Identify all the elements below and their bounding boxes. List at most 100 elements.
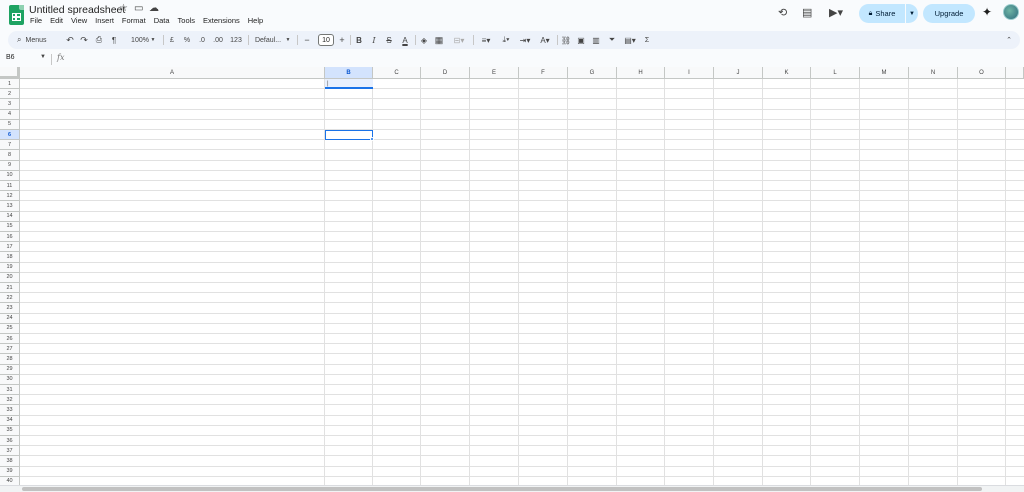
currency-format-button[interactable]: £ — [166, 31, 178, 49]
merge-cells-icon[interactable]: ⊟▾ — [449, 31, 469, 49]
text-wrapping-icon[interactable]: ⇥▾ — [515, 31, 535, 49]
column-header-j[interactable]: J — [714, 67, 763, 79]
name-box[interactable]: B6 — [6, 54, 15, 61]
row-header-27[interactable]: 27 — [0, 344, 20, 355]
row-header-17[interactable]: 17 — [0, 242, 20, 253]
fill-color-icon[interactable]: ◈ — [418, 31, 430, 49]
row-header-36[interactable]: 36 — [0, 436, 20, 447]
horizontal-scrollbar[interactable] — [0, 485, 1024, 492]
row-header-8[interactable]: 8 — [0, 150, 20, 161]
horizontal-align-icon[interactable]: ≡▾ — [476, 31, 496, 49]
column-header-b[interactable]: B — [325, 67, 373, 79]
column-header-m[interactable]: M — [860, 67, 909, 79]
gemini-sparkle-icon[interactable]: ✦ — [982, 5, 992, 19]
column-header-o[interactable]: O — [958, 67, 1006, 79]
insert-link-icon[interactable]: ⛓ — [560, 31, 572, 49]
font-size-input[interactable]: 10 — [318, 34, 334, 46]
italic-button[interactable]: I — [368, 31, 380, 49]
active-cell-b6[interactable] — [325, 130, 373, 141]
column-header-k[interactable]: K — [763, 67, 811, 79]
column-header-n[interactable]: N — [909, 67, 958, 79]
row-header-40[interactable]: 40 — [0, 476, 20, 485]
fill-handle[interactable] — [370, 137, 374, 142]
menu-extensions[interactable]: Extensions — [203, 16, 240, 25]
star-icon[interactable]: ☆ — [119, 3, 128, 15]
row-header-9[interactable]: 9 — [0, 160, 20, 171]
vertical-align-icon[interactable]: ⤓▾ — [496, 31, 516, 49]
menu-data[interactable]: Data — [154, 16, 170, 25]
row-header-19[interactable]: 19 — [0, 262, 20, 273]
redo-icon[interactable]: ↷ — [78, 31, 90, 49]
column-header-h[interactable]: H — [617, 67, 665, 79]
row-header-16[interactable]: 16 — [0, 232, 20, 243]
functions-button[interactable]: Σ — [641, 31, 653, 49]
sheet-grid[interactable]: ABCDEFGHIJKLMNO 1 2 3 4 5 6 7 8 9 10 11 12 13 14 15 16 1… — [0, 67, 1024, 485]
row-header-20[interactable]: 20 — [0, 272, 20, 283]
row-header-28[interactable]: 28 — [0, 354, 20, 365]
row-header-1[interactable]: 1 — [0, 79, 20, 90]
insert-chart-icon[interactable]: ▥ — [590, 31, 602, 49]
column-header-c[interactable]: C — [373, 67, 421, 79]
decrease-decimal-button[interactable]: .0 — [196, 31, 208, 49]
row-header-38[interactable]: 38 — [0, 456, 20, 467]
filter-icon[interactable]: ⏷ — [606, 31, 618, 49]
column-header-e[interactable]: E — [470, 67, 519, 79]
row-header-24[interactable]: 24 — [0, 313, 20, 324]
row-header-37[interactable]: 37 — [0, 446, 20, 457]
collapse-toolbar-chevron-up-icon[interactable]: ⌃ — [1003, 31, 1015, 49]
sheets-logo-icon[interactable] — [9, 5, 24, 25]
row-header-12[interactable]: 12 — [0, 191, 20, 202]
formula-input[interactable] — [70, 53, 1010, 65]
row-header-33[interactable]: 33 — [0, 405, 20, 416]
column-header-d[interactable]: D — [421, 67, 470, 79]
paint-format-icon[interactable]: ¶ — [108, 31, 120, 49]
row-header-39[interactable]: 39 — [0, 466, 20, 477]
text-color-button[interactable]: A — [399, 31, 411, 49]
row-header-6[interactable]: 6 — [0, 130, 20, 141]
borders-icon[interactable]: ▦ — [433, 31, 445, 49]
menu-edit[interactable]: Edit — [50, 16, 63, 25]
column-header-a[interactable]: A — [20, 67, 325, 79]
column-header-l[interactable]: L — [811, 67, 860, 79]
text-rotation-icon[interactable]: A▾ — [535, 31, 555, 49]
strikethrough-button[interactable]: S — [383, 31, 395, 49]
row-header-3[interactable]: 3 — [0, 99, 20, 110]
comments-icon[interactable]: ▤ — [802, 6, 812, 20]
scrollbar-thumb[interactable] — [22, 487, 982, 491]
filter-views-icon[interactable]: ▤▾ — [620, 31, 640, 49]
bold-button[interactable]: B — [353, 31, 365, 49]
upgrade-button[interactable]: Upgrade — [923, 4, 975, 23]
row-header-34[interactable]: 34 — [0, 415, 20, 426]
insert-comment-icon[interactable]: ▣ — [575, 31, 587, 49]
document-title[interactable]: Untitled spreadsheet — [29, 4, 125, 16]
share-dropdown-button[interactable]: ▼ — [906, 4, 918, 23]
column-header-f[interactable]: F — [519, 67, 568, 79]
row-header-2[interactable]: 2 — [0, 89, 20, 100]
row-header-5[interactable]: 5 — [0, 119, 20, 130]
meet-video-icon[interactable]: ▶▾ — [829, 6, 843, 20]
row-header-11[interactable]: 11 — [0, 181, 20, 192]
row-header-15[interactable]: 15 — [0, 221, 20, 232]
move-folder-icon[interactable]: ▭ — [134, 3, 143, 15]
cell-b1[interactable]: | — [325, 79, 373, 90]
menu-insert[interactable]: Insert — [95, 16, 114, 25]
menu-view[interactable]: View — [71, 16, 87, 25]
menu-file[interactable]: File — [30, 16, 42, 25]
menu-help[interactable]: Help — [248, 16, 263, 25]
row-header-23[interactable]: 23 — [0, 303, 20, 314]
increase-decimal-button[interactable]: .00 — [211, 31, 225, 49]
menu-format[interactable]: Format — [122, 16, 146, 25]
share-button[interactable]: 🔒︎ Share — [859, 4, 905, 23]
font-size-increase-icon[interactable]: + — [336, 31, 348, 49]
percent-format-button[interactable]: % — [181, 31, 193, 49]
account-avatar[interactable] — [1003, 4, 1019, 20]
row-header-29[interactable]: 29 — [0, 364, 20, 375]
row-header-13[interactable]: 13 — [0, 201, 20, 212]
font-size-decrease-icon[interactable]: − — [301, 31, 313, 49]
row-header-30[interactable]: 30 — [0, 374, 20, 385]
search-menus-button[interactable]: ⌕ Menus — [11, 33, 63, 47]
select-all-corner[interactable] — [0, 67, 20, 79]
row-header-32[interactable]: 32 — [0, 395, 20, 406]
undo-icon[interactable]: ↶ — [64, 31, 76, 49]
row-header-14[interactable]: 14 — [0, 211, 20, 222]
